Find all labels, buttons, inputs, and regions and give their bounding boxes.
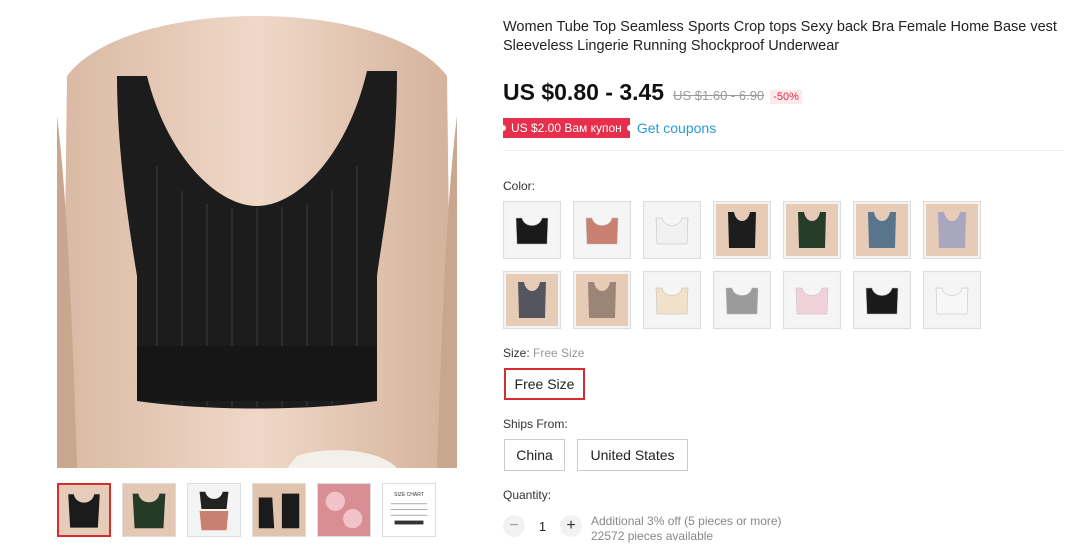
color-swatch-black-model[interactable] <box>713 201 771 259</box>
thumbnail-pink-detail[interactable] <box>317 483 371 537</box>
pink-top-thumb-icon <box>188 484 240 536</box>
size-label: Size: Free Size <box>503 346 584 360</box>
get-coupons-link[interactable]: Get coupons <box>637 120 716 136</box>
quantity-info: Additional 3% off (5 pieces or more) 225… <box>591 514 782 544</box>
white-cami-icon <box>926 274 978 326</box>
thumbnail-green-top[interactable] <box>122 483 176 537</box>
thumbnail-black-top[interactable] <box>57 483 111 537</box>
green-model-icon <box>786 204 838 256</box>
ships-from-united-states-button[interactable]: United States <box>577 439 688 471</box>
thumbnail-pink-top[interactable] <box>187 483 241 537</box>
taupe-model-icon <box>576 274 628 326</box>
original-price: US $1.60 - 6.90 <box>673 88 765 103</box>
size-selected-text: Free Size <box>533 346 585 360</box>
quantity-label: Quantity: <box>503 488 552 502</box>
coupon-badge[interactable]: US $2.00 Вам купон <box>503 118 630 138</box>
price-row: US $0.80 - 3.45 US $1.60 - 6.90 -50% <box>503 79 1063 106</box>
pink-cami-icon <box>786 274 838 326</box>
main-product-image[interactable] <box>57 16 457 468</box>
black-crop-top-photo-icon <box>57 16 457 468</box>
coupon-row: US $2.00 Вам купон Get coupons <box>503 118 1063 138</box>
beige-cami-icon <box>646 274 698 326</box>
black-top-thumb-icon <box>59 485 109 535</box>
black-model-icon <box>716 204 768 256</box>
gray-model-icon <box>506 274 558 326</box>
color-swatch-green-model[interactable] <box>783 201 841 259</box>
color-swatch-lavender-model[interactable] <box>923 201 981 259</box>
ships-from-label: Ships From: <box>503 417 568 431</box>
size-option-free-size[interactable]: Free Size <box>504 368 585 400</box>
pieces-available-text: 22572 pieces available <box>591 529 714 543</box>
quantity-minus-button[interactable]: − <box>503 515 525 537</box>
color-label: Color: <box>503 179 536 193</box>
color-swatches <box>503 201 993 329</box>
product-title: Women Tube Top Seamless Sports Crop tops… <box>503 19 1057 54</box>
color-swatch-black-top[interactable] <box>503 201 561 259</box>
color-swatch-black-cami[interactable] <box>853 271 911 329</box>
divider <box>503 150 1063 151</box>
color-swatch-pink-cami[interactable] <box>783 271 841 329</box>
size-chart-text: SIZE CHART <box>394 492 424 498</box>
color-swatch-white-top[interactable] <box>643 201 701 259</box>
gray-cami-icon <box>716 274 768 326</box>
color-swatch-gray-model[interactable] <box>503 271 561 329</box>
lavender-model-icon <box>926 204 978 256</box>
color-swatch-white-cami[interactable] <box>923 271 981 329</box>
product-info: Women Tube Top Seamless Sports Crop tops… <box>503 18 1063 151</box>
white-top-icon <box>646 204 698 256</box>
quantity-plus-button[interactable]: + <box>560 515 582 537</box>
black-back-thumb-icon <box>253 484 305 536</box>
black-cami-icon <box>856 274 908 326</box>
discount-badge: -50% <box>770 90 802 104</box>
ships-from-china-button[interactable]: China <box>504 439 565 471</box>
quantity-stepper: − 1 + <box>503 515 582 537</box>
green-top-thumb-icon <box>123 484 175 536</box>
thumbnail-strip: SIZE CHART <box>57 483 436 537</box>
blue-model-icon <box>856 204 908 256</box>
size-label-text: Size: <box>503 346 530 360</box>
color-swatch-gray-cami[interactable] <box>713 271 771 329</box>
black-top-icon <box>506 204 558 256</box>
thumbnail-size-chart[interactable]: SIZE CHART <box>382 483 436 537</box>
quantity-value[interactable]: 1 <box>525 519 560 534</box>
color-swatch-blue-model[interactable] <box>853 201 911 259</box>
color-swatch-taupe-model[interactable] <box>573 271 631 329</box>
thumbnail-black-back[interactable] <box>252 483 306 537</box>
color-swatch-beige-cami[interactable] <box>643 271 701 329</box>
bulk-discount-text: Additional 3% off (5 pieces or more) <box>591 514 782 528</box>
pink-detail-thumb-icon <box>318 484 370 536</box>
pink-top-icon <box>576 204 628 256</box>
color-swatch-pink-top[interactable] <box>573 201 631 259</box>
current-price: US $0.80 - 3.45 <box>503 79 665 105</box>
